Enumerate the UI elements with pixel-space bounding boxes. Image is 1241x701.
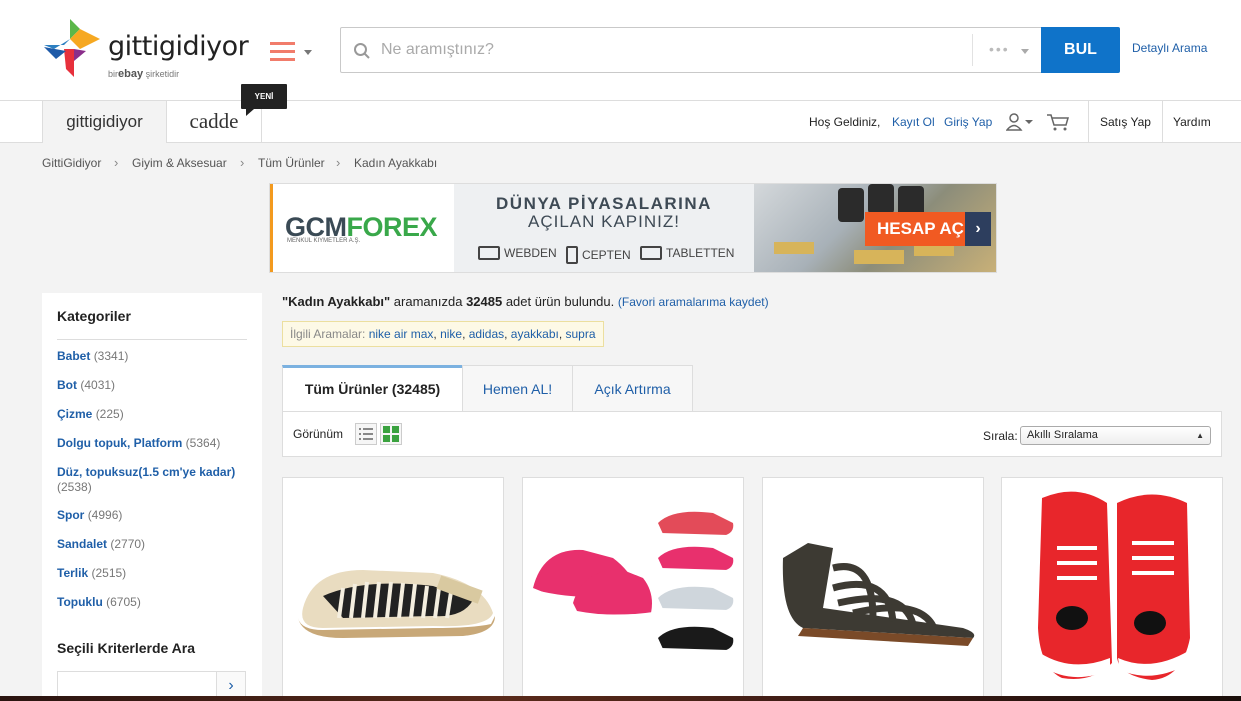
sidebar: Kategoriler Babet (3341) Bot (4031) Çizm… (42, 293, 262, 701)
chevron-right-icon: › (965, 212, 991, 246)
chevron-down-icon (304, 50, 312, 55)
login-link[interactable]: Giriş Yap (944, 101, 992, 143)
advanced-search-link[interactable]: Detaylı Arama (1132, 41, 1207, 55)
navbar: gittigidiyor cadde Hoş Geldiniz, Kayıt O… (0, 101, 1241, 143)
sell-link[interactable]: Satış Yap (1100, 101, 1151, 143)
sort-label: Sırala: (983, 429, 1018, 443)
breadcrumb-item[interactable]: Giyim & Aksesuar (132, 156, 227, 170)
search-input[interactable] (381, 36, 961, 64)
help-link[interactable]: Yardım (1173, 101, 1211, 143)
sidebar-item-cizme[interactable]: Çizme (225) (57, 407, 247, 422)
red-canvas-shoes-image (1038, 491, 1190, 680)
tab-gittigidiyor[interactable]: gittigidiyor (42, 101, 167, 143)
search-button[interactable]: BUL (1041, 27, 1120, 73)
related-link[interactable]: supra (566, 327, 596, 341)
search-category-dropdown[interactable]: ••• (972, 34, 1042, 66)
chevron-right-icon: › (114, 155, 119, 170)
open-account-button[interactable]: HESAP AÇ › (865, 212, 991, 246)
banner-logo: GCMFOREX MENKUL KIYMETLER A.Ş. (270, 184, 454, 272)
product-card[interactable] (762, 477, 984, 701)
sidebar-item-dolgu-topuk[interactable]: Dolgu topuk, Platform (5364) (57, 436, 247, 451)
result-toolbar: Görünüm Sırala: Akıllı Sıralama ▲ (282, 411, 1222, 457)
laptop-icon (478, 246, 500, 260)
breadcrumb-item[interactable]: Tüm Ürünler (258, 156, 325, 170)
save-favorite-link[interactable]: (Favori aramalarıma kaydet) (618, 295, 769, 309)
ad-banner[interactable]: GCMFOREX MENKUL KIYMETLER A.Ş. DÜNYA PİY… (269, 183, 997, 273)
header: gittigidiyor birebay şirketidir ••• BUL … (0, 0, 1241, 101)
select-arrows-icon: ▲ (1196, 431, 1204, 440)
sidebar-item-sandalet[interactable]: Sandalet (2770) (57, 537, 247, 552)
criteria-title: Seçili Kriterlerde Ara (57, 640, 195, 656)
chevron-down-icon (1021, 49, 1029, 54)
phone-icon (566, 246, 578, 264)
related-searches: İlgili Aramalar: nike air max, nike, adi… (282, 321, 604, 347)
cart-icon[interactable] (1046, 112, 1070, 132)
breadcrumb-item-current: Kadın Ayakkabı (354, 156, 438, 170)
sidebar-item-topuklu[interactable]: Topuklu (6705) (57, 595, 247, 610)
search-box: ••• (340, 27, 1042, 73)
logo-text: gittigidiyor (108, 31, 249, 62)
tablet-icon (640, 246, 662, 260)
sandal-image (782, 543, 975, 646)
product-card[interactable] (522, 477, 744, 701)
user-icon[interactable] (1006, 112, 1034, 132)
menu-button[interactable] (270, 40, 314, 64)
tab-all-products[interactable]: Tüm Ürünler (32485) (282, 365, 463, 413)
result-summary: "Kadın Ayakkabı" aramanızda 32485 adet ü… (282, 294, 769, 309)
search-icon (354, 43, 370, 59)
chevron-right-icon: › (336, 155, 341, 170)
grid-view-icon[interactable] (380, 423, 402, 445)
product-card[interactable] (1001, 477, 1223, 701)
bottom-strip (0, 696, 1241, 701)
pink-sneakers-image (533, 511, 734, 655)
espadrille-image (298, 570, 495, 638)
welcome-text: Hoş Geldiniz, (809, 115, 881, 129)
sidebar-item-babet[interactable]: Babet (3341) (57, 349, 247, 364)
tab-buy-now[interactable]: Hemen AL! (462, 365, 573, 412)
new-badge: YENİ (241, 84, 287, 116)
product-card[interactable] (282, 477, 504, 701)
related-link[interactable]: adidas (469, 327, 504, 341)
sidebar-item-terlik[interactable]: Terlik (2515) (57, 566, 247, 581)
sidebar-item-duz[interactable]: Düz, topuksuz(1.5 cm'ye kadar) (2538) (57, 465, 247, 495)
related-link[interactable]: ayakkabı (511, 327, 559, 341)
sidebar-item-bot[interactable]: Bot (4031) (57, 378, 247, 393)
related-link[interactable]: nike (440, 327, 462, 341)
banner-message: DÜNYA PİYASALARINA AÇILAN KAPINIZ! WEBDE… (454, 184, 754, 272)
breadcrumb-item[interactable]: GittiGidiyor (42, 156, 101, 170)
chevron-right-icon: › (240, 155, 245, 170)
signup-link[interactable]: Kayıt Ol (892, 101, 935, 143)
categories-title: Kategoriler (57, 308, 131, 324)
site-logo[interactable]: gittigidiyor birebay şirketidir (42, 17, 249, 83)
related-link[interactable]: nike air max (369, 327, 434, 341)
sidebar-item-spor[interactable]: Spor (4996) (57, 508, 247, 523)
tab-auction[interactable]: Açık Artırma (572, 365, 693, 412)
logo-subtitle: birebay şirketidir (108, 68, 180, 80)
logo-pinwheel-icon (44, 19, 100, 77)
chevron-right-icon: › (228, 677, 234, 694)
sort-select[interactable]: Akıllı Sıralama ▲ (1020, 426, 1211, 445)
list-view-icon[interactable] (355, 423, 377, 445)
view-label: Görünüm (293, 427, 344, 441)
